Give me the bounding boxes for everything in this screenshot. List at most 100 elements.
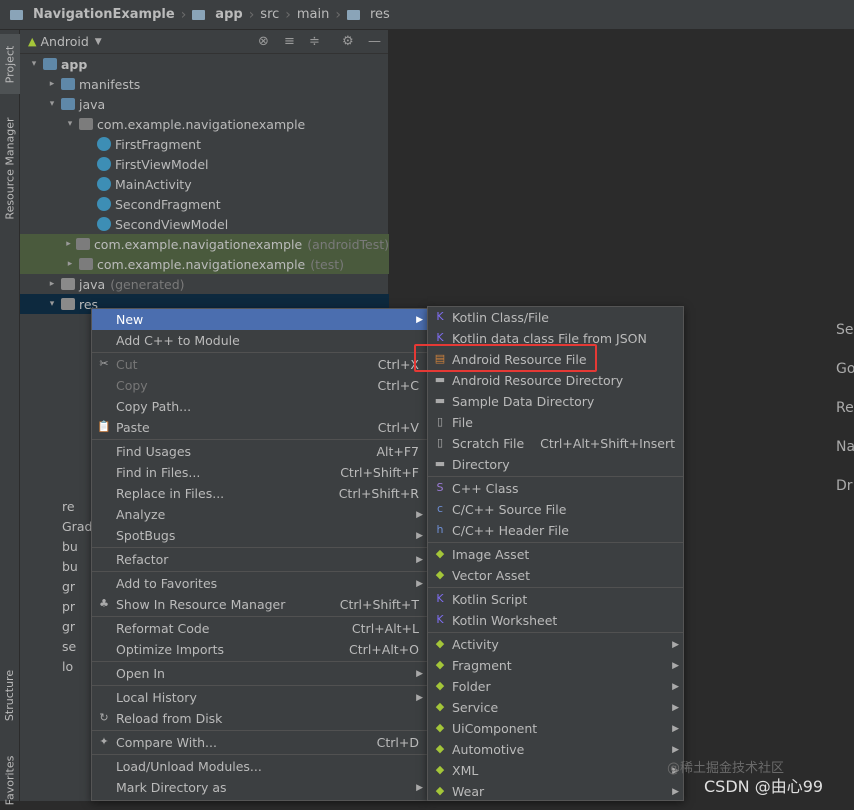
tree-row[interactable]: SecondViewModel (20, 214, 389, 234)
view-selector[interactable]: Android (40, 34, 88, 49)
new-c-class[interactable]: S C++ Class (428, 478, 683, 499)
tree-row[interactable]: ▸ com.example.navigationexample (androidTe… (20, 234, 389, 254)
ctx-optimize-imports[interactable]: Optimize Imports Ctrl+Alt+O (92, 639, 427, 660)
new-image-asset-icon: ◆ (435, 547, 445, 560)
tab-favorites[interactable]: Favorites (0, 750, 20, 810)
expanded-arrow-icon[interactable]: ▾ (46, 299, 58, 309)
new-c-c-source-file[interactable]: c C/C++ Source File (428, 499, 683, 520)
breadcrumb-src[interactable]: src (260, 7, 279, 22)
ctx-cut[interactable]: ✂ Cut Ctrl+X (92, 354, 427, 375)
ctx-refactor[interactable]: Refactor ▶ (92, 549, 427, 570)
ctx-compare-with[interactable]: ✦ Compare With... Ctrl+D (92, 732, 427, 753)
collapsed-arrow-icon[interactable]: ▸ (64, 239, 73, 249)
ctx-mark-directory-as[interactable]: Mark Directory as ▶ (92, 777, 427, 798)
ctx-spotbugs[interactable]: SpotBugs ▶ (92, 525, 427, 546)
breadcrumb-res[interactable]: res (370, 7, 390, 22)
ctx-copy-path[interactable]: Copy Path... (92, 396, 427, 417)
new-image-asset[interactable]: ◆ Image Asset (428, 544, 683, 565)
new-uicomponent[interactable]: ◆ UiComponent ▶ (428, 718, 683, 739)
breadcrumb-module[interactable]: app (215, 7, 242, 22)
expand-all-icon[interactable]: ≡ (284, 34, 295, 49)
tree-row[interactable]: ▾ app (20, 54, 389, 74)
expanded-arrow-icon[interactable]: ▾ (28, 59, 40, 69)
ctx-find-usages[interactable]: Find Usages Alt+F7 (92, 441, 427, 462)
breadcrumb-project[interactable]: NavigationExample (33, 7, 175, 22)
new-service[interactable]: ◆ Service ▶ (428, 697, 683, 718)
new-sample-data-directory[interactable]: ▬ Sample Data Directory (428, 391, 683, 412)
collapsed-arrow-icon[interactable]: ▸ (46, 279, 58, 289)
new-c-c-header-file[interactable]: h C/C++ Header File (428, 520, 683, 541)
submenu-arrow-icon: ▶ (672, 660, 679, 671)
new-fragment[interactable]: ◆ Fragment ▶ (428, 655, 683, 676)
ctx-add-to-favorites[interactable]: Add to Favorites ▶ (92, 573, 427, 594)
ctx-find-in-files[interactable]: Find in Files... Ctrl+Shift+F (92, 462, 427, 483)
locate-icon[interactable]: ⊗ (258, 34, 269, 49)
expanded-arrow-icon[interactable]: ▾ (64, 119, 76, 129)
tree-row[interactable]: MainActivity (20, 174, 389, 194)
tree-row[interactable]: gr (62, 617, 75, 635)
tree-row[interactable]: lo (62, 657, 73, 675)
new-file[interactable]: ▯ File (428, 412, 683, 433)
ctx-show-in-resource-manager-icon: ♣ (99, 597, 109, 610)
new-scratch-file[interactable]: ▯ Scratch File Ctrl+Alt+Shift+Insert (428, 433, 683, 454)
tree-row[interactable]: ▾ com.example.navigationexample (20, 114, 389, 134)
tree-row[interactable]: ▾ java (20, 94, 389, 114)
ctx-analyze[interactable]: Analyze ▶ (92, 504, 427, 525)
breadcrumb-separator: › (285, 6, 291, 23)
ctx-paste[interactable]: 📋 Paste Ctrl+V (92, 417, 427, 438)
ctx-add-c-to-module[interactable]: Add C++ to Module (92, 330, 427, 351)
ctx-reformat-code[interactable]: Reformat Code Ctrl+Alt+L (92, 618, 427, 639)
new-vector-asset[interactable]: ◆ Vector Asset (428, 565, 683, 586)
tree-row[interactable]: ▸ manifests (20, 74, 389, 94)
menu-item-shortcut: Ctrl+Alt+L (351, 621, 419, 636)
ctx-show-in-resource-manager[interactable]: ♣ Show In Resource Manager Ctrl+Shift+T (92, 594, 427, 615)
new-wear[interactable]: ◆ Wear ▶ (428, 781, 683, 802)
tree-row[interactable]: gr (62, 577, 75, 595)
new-folder[interactable]: ◆ Folder ▶ (428, 676, 683, 697)
ctx-replace-in-files[interactable]: Replace in Files... Ctrl+Shift+R (92, 483, 427, 504)
tree-row[interactable]: SecondFragment (20, 194, 389, 214)
chevron-down-icon[interactable]: ▼ (95, 37, 102, 47)
tree-row[interactable]: se (62, 637, 76, 655)
tab-resource-manager[interactable]: Resource Manager (0, 108, 20, 228)
new-xml[interactable]: ◆ XML ▶ (428, 760, 683, 781)
ctx-open-in[interactable]: Open In ▶ (92, 663, 427, 684)
new-kotlin-class-file[interactable]: K Kotlin Class/File (428, 307, 683, 328)
gear-icon[interactable]: ⚙ (342, 34, 354, 49)
tree-row[interactable]: re (62, 497, 75, 515)
menu-item-label: C/C++ Source File (452, 502, 567, 517)
expanded-arrow-icon[interactable]: ▾ (46, 99, 58, 109)
ctx-copy[interactable]: Copy Ctrl+C (92, 375, 427, 396)
tree-row[interactable]: ▸ java (generated) (20, 274, 389, 294)
menu-item-label: Service (452, 700, 499, 715)
tree-row[interactable]: pr (62, 597, 75, 615)
tree-row-label: gr (62, 578, 76, 594)
tree-row[interactable]: bu (62, 537, 78, 555)
new-kotlin-script[interactable]: K Kotlin Script (428, 589, 683, 610)
menu-item-label: Image Asset (452, 547, 530, 562)
tree-row[interactable]: Grad (62, 517, 92, 535)
menu-item-label: Automotive (452, 742, 525, 757)
tree-row[interactable]: FirstViewModel (20, 154, 389, 174)
new-automotive[interactable]: ◆ Automotive ▶ (428, 739, 683, 760)
ctx-new[interactable]: New ▶ (92, 309, 427, 330)
menu-separator (92, 616, 427, 617)
new-android-resource-directory[interactable]: ▬ Android Resource Directory (428, 370, 683, 391)
breadcrumb-main[interactable]: main (297, 7, 329, 22)
ctx-load-unload-modules[interactable]: Load/Unload Modules... (92, 756, 427, 777)
new-kotlin-worksheet[interactable]: K Kotlin Worksheet (428, 610, 683, 631)
tree-row[interactable]: bu (62, 557, 78, 575)
menu-item-label: Optimize Imports (116, 642, 225, 657)
tab-project[interactable]: Project (0, 34, 20, 94)
new-activity[interactable]: ◆ Activity ▶ (428, 634, 683, 655)
collapsed-arrow-icon[interactable]: ▸ (64, 259, 76, 269)
ctx-reload-from-disk[interactable]: ↻ Reload from Disk (92, 708, 427, 729)
tree-row[interactable]: FirstFragment (20, 134, 389, 154)
collapsed-arrow-icon[interactable]: ▸ (46, 79, 58, 89)
new-directory[interactable]: ▬ Directory (428, 454, 683, 475)
tab-structure[interactable]: Structure (0, 665, 20, 725)
ctx-local-history[interactable]: Local History ▶ (92, 687, 427, 708)
tree-row[interactable]: ▸ com.example.navigationexample (test) (20, 254, 389, 274)
collapse-all-icon[interactable]: ≑ (309, 34, 320, 49)
minimize-icon[interactable]: — (368, 34, 381, 49)
